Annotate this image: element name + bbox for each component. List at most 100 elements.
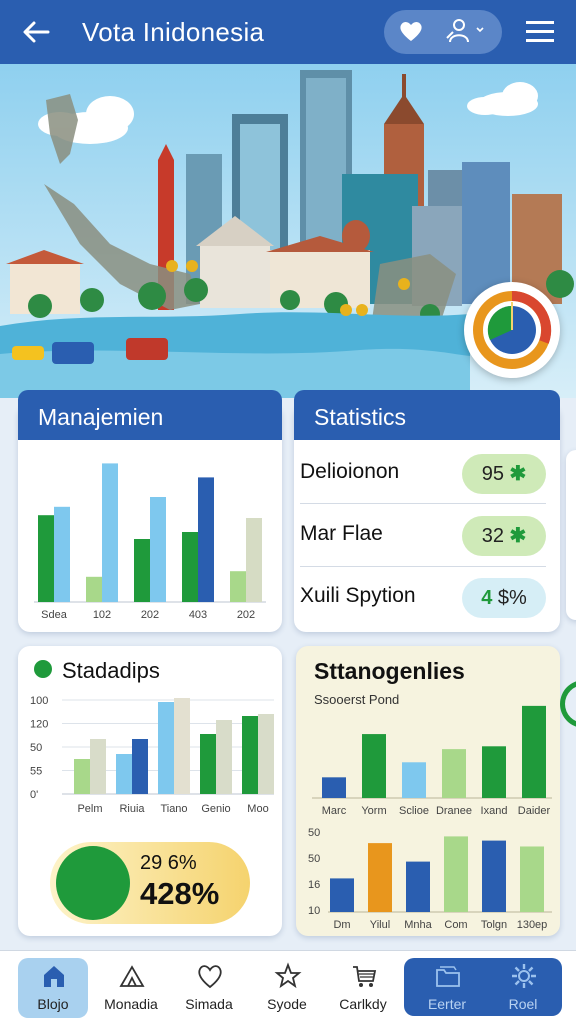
user-icon[interactable] — [442, 16, 472, 46]
percentage-small: 29 6% — [140, 852, 197, 874]
gear-icon — [512, 964, 536, 988]
stat-value-badge: 95 ✱ — [462, 454, 546, 494]
y-tick-label: 50 — [308, 827, 320, 839]
bar — [402, 762, 426, 798]
nav-item-simada[interactable]: Simada — [174, 958, 244, 1018]
percentage-big: 428% — [140, 876, 220, 911]
bar — [116, 754, 132, 794]
stanogenlies-bottom-bar-chart: 50 50 16 10 Dm Yilul Mnha Com Tolgn 130ep — [308, 827, 552, 931]
tick-label: Riuia — [119, 803, 145, 815]
status-dot-icon — [34, 660, 52, 678]
arrow-left-icon[interactable] — [20, 16, 52, 48]
stanogenlies-title: Sttanogenlies — [314, 658, 465, 684]
tick-label: Marc — [322, 805, 347, 817]
tick-label: 202 — [141, 609, 159, 621]
tick-label: 130ep — [517, 919, 548, 931]
nav-label: Eerter — [427, 996, 467, 1012]
folder-icon — [436, 966, 460, 987]
y-tick-label: 0' — [30, 789, 38, 801]
tick-label: Tiano — [160, 803, 187, 815]
stadadips-title: Stadadips — [62, 658, 160, 683]
next-card-peek-ring[interactable] — [560, 680, 576, 728]
nav-label: Simada — [185, 996, 233, 1012]
stadadips-bar-chart: 100 120 50 55 0' Pelm Riuia Tiano Genio Moo — [30, 695, 274, 815]
stat-row[interactable]: Mar Flae 32 ✱ — [300, 506, 550, 566]
bar — [522, 705, 546, 798]
y-tick-label: 120 — [30, 719, 48, 731]
green-circle-icon — [56, 846, 130, 920]
nav-item-syode[interactable]: Syode — [252, 958, 322, 1018]
tick-label: Mnha — [404, 919, 432, 931]
bar — [102, 463, 118, 602]
bar — [132, 739, 148, 794]
divider — [300, 566, 546, 567]
nav-item-carlkdy[interactable]: Carlkdy — [328, 958, 398, 1018]
tick-label: Dranee — [436, 805, 472, 817]
bar — [322, 777, 346, 798]
cart-icon — [353, 966, 377, 987]
bar — [174, 698, 190, 794]
nav-item-monadia[interactable]: Monadia — [96, 958, 166, 1018]
stat-row[interactable]: Xuili Spytion 4 $% — [300, 568, 550, 628]
stat-value-badge: 4 $% — [462, 578, 546, 618]
y-tick-label: 100 — [30, 695, 48, 707]
divider — [300, 503, 546, 504]
tick-label: Pelm — [77, 803, 102, 815]
next-card-peek[interactable] — [566, 450, 576, 620]
bar — [246, 518, 262, 602]
nav-item-roel[interactable]: Roel — [488, 958, 558, 1018]
tick-label: Tolgn — [481, 919, 507, 931]
page-title: Vota Inidonesia — [82, 17, 265, 47]
bar — [86, 576, 102, 602]
y-tick-label: 10 — [308, 905, 320, 917]
tick-label: Genio — [201, 803, 230, 815]
nav-item-blojo[interactable]: Blojo — [18, 958, 88, 1018]
bar — [38, 515, 54, 602]
bar — [258, 714, 274, 794]
heart-icon[interactable] — [398, 18, 424, 44]
bar — [444, 836, 468, 912]
bar — [362, 734, 386, 798]
stat-value-badge: 32 ✱ — [462, 516, 546, 556]
stat-label: Xuili Spytion — [300, 584, 416, 607]
tick-label: Yilul — [370, 919, 390, 931]
tick-label: Ixand — [481, 805, 508, 817]
home-icon — [44, 966, 64, 987]
bar — [150, 497, 166, 602]
nav-label: Monadia — [104, 996, 158, 1012]
tick-label: Dm — [333, 919, 350, 931]
bar — [200, 734, 216, 794]
tick-label: Com — [444, 919, 467, 931]
bar — [90, 739, 106, 794]
nav-label: Blojo — [37, 996, 69, 1012]
tick-label: Sdea — [41, 609, 68, 621]
tick-label: Moo — [247, 803, 268, 815]
bar — [216, 720, 232, 794]
bar — [134, 539, 150, 602]
nav-label: Syode — [267, 996, 307, 1012]
bar — [368, 843, 392, 912]
y-tick-label: 16 — [308, 879, 320, 891]
bar — [230, 571, 246, 602]
tick-label: 102 — [93, 609, 111, 621]
stat-row[interactable]: Delioionon 95 ✱ — [300, 444, 550, 504]
management-title: Manajemien — [18, 390, 282, 440]
stat-label: Delioionon — [300, 460, 400, 483]
nav-item-eerter[interactable]: Eerter — [412, 958, 482, 1018]
bar — [158, 702, 174, 794]
management-bar-chart: Sdea 102 202 403 202 — [34, 463, 266, 621]
bar — [54, 506, 70, 602]
tent-icon — [119, 965, 145, 987]
y-tick-label: 50 — [30, 742, 42, 754]
hamburger-menu-icon[interactable] — [524, 18, 556, 46]
tick-label: Yorm — [361, 805, 386, 817]
donut-progress-icon — [473, 290, 552, 369]
y-tick-label: 55 — [30, 766, 42, 778]
heart-icon — [198, 965, 222, 989]
bar — [242, 716, 258, 794]
bar — [74, 759, 90, 794]
chevron-down-icon[interactable] — [474, 24, 486, 36]
stanogenlies-top-bar-chart: Marc Yorm Sclioe Dranee Ixand Daider — [312, 705, 552, 817]
tick-label: Daider — [518, 805, 551, 817]
star-icon — [274, 962, 302, 989]
